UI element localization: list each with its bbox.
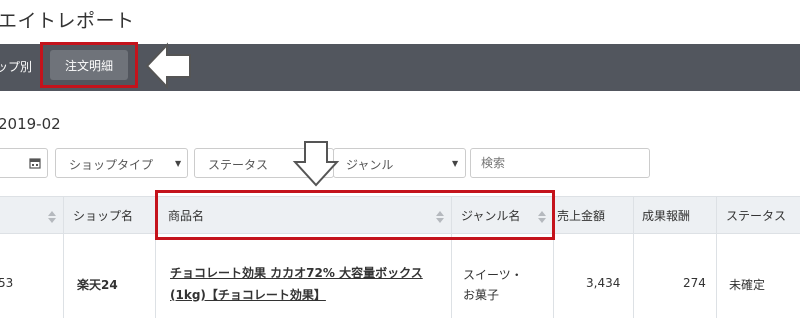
column-divider [633, 196, 634, 318]
down-arrow-icon [292, 141, 340, 187]
status-select-value: ステータス [208, 158, 269, 172]
cell-status: 未確定 [729, 278, 766, 292]
cell-reward: 274 [683, 276, 706, 290]
chevron-down-icon: ▼ [175, 159, 182, 168]
product-link-line2[interactable]: (1kg)【チョコレート効果】 [170, 286, 326, 303]
cell-sales: 3,434 [586, 276, 621, 290]
nav-tab-shop[interactable]: ップ別 [0, 58, 32, 75]
column-header-sales[interactable]: 売上金額 [557, 207, 605, 224]
column-header-shop[interactable]: ショップ名 [73, 207, 133, 224]
page-title: エイトレポート [0, 10, 135, 32]
highlight-box-columns [155, 190, 555, 240]
highlight-box-order-detail [40, 42, 138, 88]
product-link-line1[interactable]: チョコレート効果 カカオ72% 大容量ボックス [170, 264, 423, 281]
column-header-reward[interactable]: 成果報酬 [642, 207, 690, 224]
sort-icon[interactable] [48, 211, 56, 223]
period-label: 2019-02 [0, 115, 61, 133]
shop-type-select-value: ショップタイプ [69, 158, 154, 172]
column-divider [63, 196, 64, 318]
calendar-icon[interactable] [29, 157, 41, 169]
cell-genre-line1: スイーツ・ [463, 268, 523, 282]
genre-select-value: ジャンル [346, 158, 394, 172]
cell-id: 53 [0, 276, 14, 290]
search-input[interactable] [470, 148, 650, 178]
chevron-down-icon: ▼ [452, 159, 459, 168]
cell-genre-line2: お菓子 [463, 288, 500, 302]
column-divider [716, 196, 717, 318]
cell-shop: 楽天24 [77, 278, 118, 292]
column-header-status[interactable]: ステータス [726, 207, 786, 224]
left-arrow-icon [145, 42, 191, 90]
